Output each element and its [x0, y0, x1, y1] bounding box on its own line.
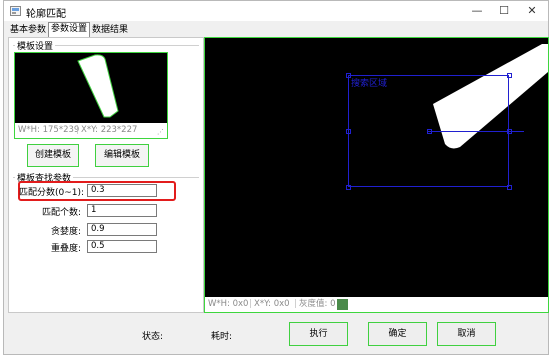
contour-match-window: 轮廓匹配 — ☐ ✕ 基本参数 参数设置 数据结果 模板设置 W*H: 175*… — [3, 0, 549, 355]
search-region-label: 搜索区域 — [351, 79, 388, 89]
match-score-label: 匹配分数(0~1): — [19, 188, 85, 198]
resize-grip-icon: ⋰ — [157, 128, 164, 136]
greediness-input[interactable]: 0.9 — [87, 223, 157, 236]
template-shape — [77, 54, 119, 118]
main-image-view[interactable]: 搜索区域 W*H: 0x0 | X*Y: 0x0 | 灰度值: 0 — [204, 37, 549, 313]
resize-handle[interactable] — [507, 73, 512, 78]
create-template-button[interactable]: 创建模板 — [27, 144, 79, 167]
ok-button[interactable]: 确定 — [368, 322, 427, 346]
close-button[interactable]: ✕ — [519, 3, 545, 19]
cancel-button[interactable]: 取消 — [437, 322, 496, 346]
match-score-input[interactable]: 0.3 — [87, 184, 157, 197]
match-count-input[interactable]: 1 — [87, 204, 157, 217]
edit-template-button[interactable]: 编辑模板 — [95, 144, 149, 167]
direction-line — [428, 131, 524, 132]
template-group-label: 模板设置 — [15, 39, 56, 52]
status-label: 状态: — [142, 332, 164, 342]
view-size-readout: W*H: 0x0 — [208, 299, 249, 309]
preview-size-readout: W*H: 175*239 — [18, 125, 80, 135]
tab-param-settings[interactable]: 参数设置 — [48, 22, 91, 37]
tab-basic-params[interactable]: 基本参数 — [8, 24, 48, 36]
run-button[interactable]: 执行 — [289, 322, 348, 346]
overlap-input[interactable]: 0.5 — [87, 240, 157, 253]
view-status-bar: W*H: 0x0 | X*Y: 0x0 | 灰度值: 0 — [205, 297, 548, 312]
tab-data-results[interactable]: 数据结果 — [90, 24, 130, 36]
preview-coord-readout: X*Y: 223*227 — [81, 125, 138, 135]
maximize-button[interactable]: ☐ — [491, 3, 517, 19]
resize-handle[interactable] — [346, 185, 351, 190]
template-preview: W*H: 175*239 | X*Y: 223*227 ⋰ — [14, 52, 168, 139]
resize-handle[interactable] — [507, 185, 512, 190]
color-swatch — [337, 299, 348, 310]
window-title: 轮廓匹配 — [26, 9, 66, 20]
preview-status-bar: W*H: 175*239 | X*Y: 223*227 ⋰ — [15, 123, 167, 138]
match-count-label: 匹配个数: — [41, 208, 81, 218]
time-label: 耗时: — [211, 332, 233, 342]
resize-handle[interactable] — [346, 73, 351, 78]
gray-value-readout: 灰度值: 0 — [299, 299, 336, 309]
greediness-label: 贪婪度: — [50, 227, 81, 237]
title-bar: 轮廓匹配 — ☐ ✕ — [4, 1, 548, 21]
view-coord-readout: X*Y: 0x0 — [254, 299, 290, 309]
overlap-label: 重叠度: — [50, 244, 81, 254]
app-icon — [10, 6, 21, 16]
minimize-button[interactable]: — — [464, 3, 490, 19]
resize-handle[interactable] — [346, 129, 351, 134]
settings-panel: 模板设置 W*H: 175*239 | X*Y: 223*227 ⋰ 创建模板 … — [8, 37, 204, 313]
